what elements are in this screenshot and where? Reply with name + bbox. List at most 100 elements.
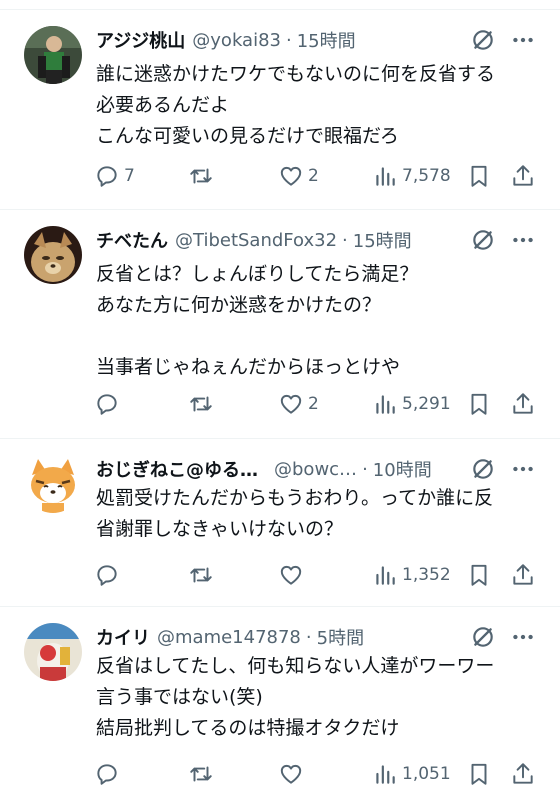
views-button[interactable]: 1,051 (372, 760, 451, 788)
post-2[interactable]: チベたん @TibetSandFox32 · 15時間 反省とは？しょんぼりして… (0, 210, 560, 439)
reply-count: 7 (124, 166, 135, 186)
action-bar: 7 2 7,578 (0, 162, 560, 190)
view-count: 7,578 (402, 166, 451, 186)
bookmark-button[interactable] (466, 760, 492, 788)
share-button[interactable] (510, 760, 536, 788)
share-button[interactable] (510, 162, 536, 190)
bookmark-icon (471, 165, 487, 187)
separator-dot: · (286, 29, 292, 51)
post-4[interactable]: カイリ @mame147878 · 5時間 反省はしてたし、何も知らない人達がワ… (0, 607, 560, 806)
more-icon[interactable] (510, 27, 536, 53)
reply-icon (97, 166, 117, 187)
heart-icon (280, 394, 302, 414)
post-header: アジジ桃山 @yokai83 · 15時間 (96, 25, 356, 55)
share-icon (513, 393, 533, 414)
separator-dot: · (305, 626, 312, 648)
post-header: カイリ @mame147878 · 5時間 (96, 622, 364, 652)
user-handle[interactable]: @mame147878 (157, 627, 301, 648)
grok-icon[interactable] (470, 227, 496, 253)
reply-icon (97, 565, 117, 586)
post-header: チベたん @TibetSandFox32 · 15時間 (96, 225, 412, 255)
view-count: 1,051 (402, 764, 451, 784)
avatar[interactable] (24, 226, 82, 284)
more-icon[interactable] (510, 456, 536, 482)
like-button[interactable]: 2 (278, 162, 319, 190)
reply-icon (97, 764, 117, 785)
post-text: 反省はしてたし、何も知らない人達がワーワー 言う事ではない(笑) 結局批判してる… (96, 655, 495, 739)
more-icon[interactable] (510, 624, 536, 650)
user-handle[interactable]: @bowc… (274, 459, 357, 480)
reply-icon (97, 394, 117, 415)
post-time[interactable]: 10時間 (373, 456, 432, 482)
views-icon (376, 167, 395, 186)
view-count: 1,352 (402, 565, 451, 585)
heart-icon (280, 565, 302, 585)
separator-dot: · (362, 458, 368, 480)
bookmark-icon (471, 393, 487, 415)
user-handle[interactable]: @yokai83 (192, 30, 281, 51)
post-time[interactable]: 15時間 (297, 27, 356, 53)
post-time[interactable]: 15時間 (353, 227, 412, 253)
display-name[interactable]: カイリ (96, 624, 150, 650)
heart-icon (280, 764, 302, 784)
repost-button[interactable] (188, 561, 218, 589)
bookmark-button[interactable] (466, 162, 492, 190)
action-bar: 1,051 (0, 760, 560, 788)
repost-button[interactable] (188, 760, 218, 788)
bookmark-button[interactable] (466, 561, 492, 589)
views-button[interactable]: 5,291 (372, 390, 451, 418)
reply-button[interactable]: 7 (94, 162, 135, 190)
view-count: 5,291 (402, 394, 451, 414)
grok-icon[interactable] (470, 624, 496, 650)
display-name[interactable]: チベたん (96, 227, 168, 253)
views-icon (376, 566, 395, 585)
share-button[interactable] (510, 390, 536, 418)
repost-button[interactable] (188, 390, 218, 418)
share-icon (513, 564, 533, 585)
avatar[interactable] (24, 455, 82, 513)
avatar[interactable] (24, 623, 82, 681)
heart-icon (280, 166, 302, 186)
repost-icon (190, 567, 212, 583)
post-text: 誰に迷惑かけたワケでもないのに何を反省する 必要あるんだよ こんな可愛いの見るだ… (96, 63, 496, 147)
views-icon (376, 395, 395, 414)
reply-button[interactable] (94, 760, 124, 788)
share-icon (513, 763, 533, 784)
display-name[interactable]: アジジ桃山 (96, 27, 185, 53)
share-icon (513, 165, 533, 186)
share-button[interactable] (510, 561, 536, 589)
grok-icon[interactable] (470, 27, 496, 53)
like-button[interactable] (278, 561, 308, 589)
bookmark-icon (471, 564, 487, 586)
bookmark-icon (471, 763, 487, 785)
repost-icon (190, 168, 212, 184)
top-divider (0, 0, 560, 10)
reply-button[interactable] (94, 561, 124, 589)
views-button[interactable]: 1,352 (372, 561, 451, 589)
views-icon (376, 765, 395, 784)
post-text: 処罰受けたんだからもうおわり。ってか誰に反 省謝罪しなきゃいけないの？ (96, 487, 494, 540)
user-handle[interactable]: @TibetSandFox32 (175, 230, 337, 251)
reply-button[interactable] (94, 390, 124, 418)
action-bar: 2 5,291 (0, 390, 560, 418)
separator-dot: · (342, 229, 348, 251)
views-button[interactable]: 7,578 (372, 162, 451, 190)
action-bar: 1,352 (0, 561, 560, 589)
post-time[interactable]: 5時間 (317, 624, 364, 650)
grok-icon[interactable] (470, 456, 496, 482)
like-count: 2 (308, 394, 319, 414)
like-button[interactable] (278, 760, 308, 788)
repost-icon (190, 396, 212, 412)
bookmark-button[interactable] (466, 390, 492, 418)
post-header: おじぎねこ@ゆる… @bowc… · 10時間 (96, 454, 432, 484)
repost-icon (190, 766, 212, 782)
repost-button[interactable] (188, 162, 218, 190)
post-text: 反省とは？しょんぼりしてたら満足？ あなた方に何か迷惑をかけたの？ 当事者じゃね… (96, 263, 419, 378)
post-3[interactable]: おじぎねこ@ゆる… @bowc… · 10時間 処罰受けたんだからもうおわり。っ… (0, 439, 560, 607)
display-name[interactable]: おじぎねこ@ゆる… (96, 456, 258, 482)
post-1[interactable]: アジジ桃山 @yokai83 · 15時間 誰に迷惑かけたワケでもないのに何を反… (0, 10, 560, 210)
like-button[interactable]: 2 (278, 390, 319, 418)
like-count: 2 (308, 166, 319, 186)
more-icon[interactable] (510, 227, 536, 253)
avatar[interactable] (24, 26, 82, 84)
